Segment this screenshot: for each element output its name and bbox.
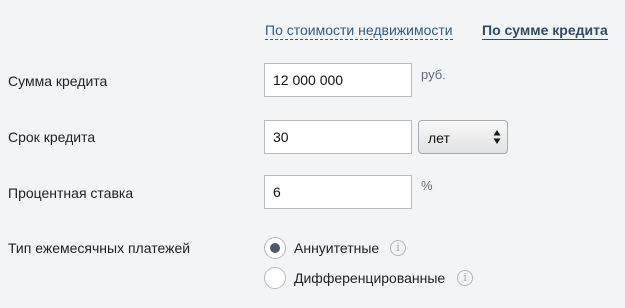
payment-type-label: Тип ежемесячных платежей <box>8 240 191 256</box>
differentiated-radio[interactable] <box>264 267 286 289</box>
updown-arrows-icon <box>493 130 501 144</box>
info-icon[interactable]: i <box>457 270 473 286</box>
interest-rate-label: Процентная ставка <box>8 185 134 201</box>
annuity-label[interactable]: Аннуитетные <box>294 239 379 257</box>
currency-unit: руб. <box>421 67 446 82</box>
loan-term-input[interactable] <box>264 120 412 154</box>
tab-by-property-cost[interactable]: По стоимости недвижимости <box>265 21 453 40</box>
info-icon[interactable]: i <box>390 240 406 256</box>
radio-option-differentiated[interactable]: Дифференцированные i <box>264 267 479 289</box>
differentiated-label[interactable]: Дифференцированные <box>294 269 445 287</box>
annuity-radio[interactable] <box>264 237 286 259</box>
percent-unit: % <box>421 178 433 193</box>
term-unit-value: лет <box>428 130 450 146</box>
radio-option-annuity[interactable]: Аннуитетные i <box>264 237 414 259</box>
term-unit-select[interactable]: лет <box>418 120 508 154</box>
loan-amount-label: Сумма кредита <box>8 73 108 89</box>
loan-term-label: Срок кредита <box>8 129 96 145</box>
interest-rate-input[interactable] <box>264 175 412 209</box>
loan-amount-input[interactable] <box>264 63 412 97</box>
tab-by-loan-amount[interactable]: По сумме кредита <box>482 21 608 40</box>
